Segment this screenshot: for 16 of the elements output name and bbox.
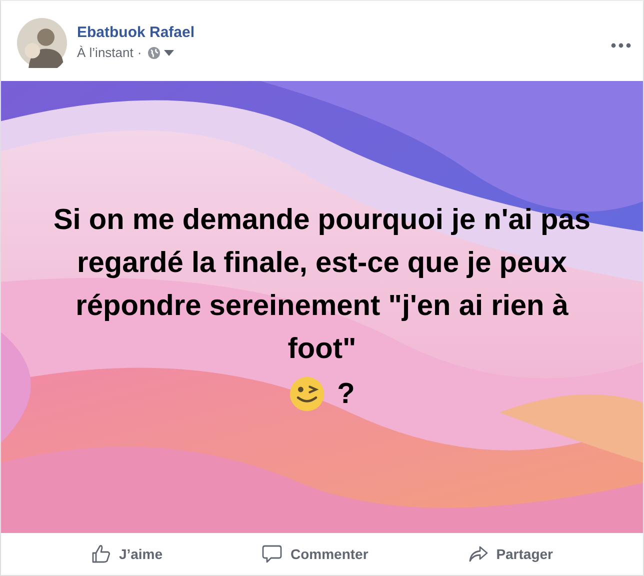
avatar-icon[interactable] [17,18,67,68]
more-options-icon[interactable] [611,43,631,48]
like-button[interactable]: J’aime [82,540,171,568]
comment-button[interactable]: Commenter [254,540,376,568]
separator-dot: · [137,45,142,60]
post-time[interactable]: À l’instant [77,45,134,60]
thumbs-up-icon [90,544,111,564]
share-button[interactable]: Partager [460,540,561,568]
caret-icon[interactable] [164,50,174,56]
speech-bubble-icon [262,544,282,564]
question-mark: ? [337,376,355,412]
globe-icon [148,46,160,58]
winking-face-icon [289,376,326,412]
share-arrow-icon [468,544,488,564]
author-name[interactable]: Ebatbuok Rafael [77,24,601,41]
post-text: Si on me demande pourquoi je n'ai pas regardé la finale, est-ce que je peux répondre sereinement "j'en ai rien à foot" [52,202,592,366]
